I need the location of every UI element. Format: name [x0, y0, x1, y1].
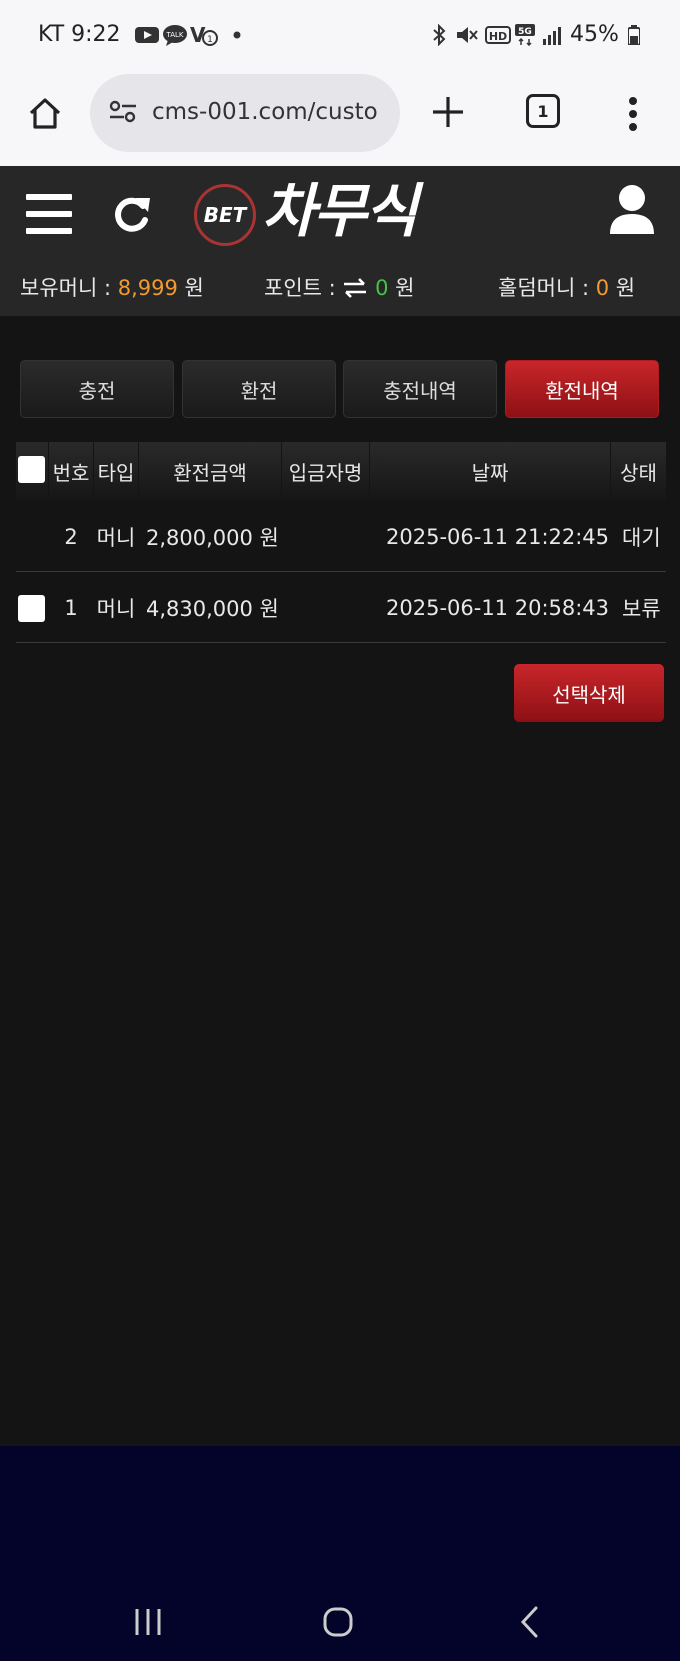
tab-exchange-history[interactable]: 환전내역 [505, 360, 659, 418]
menu-bar-icon [26, 194, 72, 200]
user-icon [610, 185, 654, 234]
holdem-balance: 홀덤머니 : 0 원 [498, 272, 635, 302]
site-header: BET 차무식 보유머니 : 8,999 원 포인트 : 0 원 홀덤머니 : … [0, 166, 680, 316]
main-content: 충전 환전 충전내역 환전내역 번호 타입 환전금액 입금자명 날짜 상태 2 … [0, 316, 680, 1446]
site-settings-icon[interactable] [108, 100, 138, 124]
menu-bar-icon [26, 228, 72, 234]
hamburger-menu-button[interactable] [26, 194, 72, 234]
row-status: 보류 [622, 597, 661, 621]
row-amount: 4,830,000 원 [146, 597, 279, 621]
battery-icon [626, 24, 642, 46]
money-unit: 원 [177, 276, 204, 300]
address-bar[interactable]: cms-001.com/custo [90, 74, 400, 152]
tab-charge-history[interactable]: 충전내역 [343, 360, 497, 418]
home-nav-button[interactable] [318, 1602, 358, 1642]
hd-icon: HD [484, 24, 512, 46]
table-row: 1 머니 4,830,000 원 2025-06-11 20:58:43 보류 [16, 573, 666, 643]
carrier-time: KT 9:22 [38, 22, 121, 47]
talk-icon: TALK [162, 24, 188, 46]
refresh-icon [115, 197, 150, 232]
column-header-status: 상태 [611, 442, 666, 500]
point-unit: 원 [388, 276, 415, 300]
refresh-button[interactable] [110, 192, 154, 236]
table-header: 번호 타입 환전금액 입금자명 날짜 상태 [16, 442, 666, 500]
dot-icon [232, 24, 242, 46]
tab-exchange[interactable]: 환전 [182, 360, 336, 418]
column-header-date: 날짜 [370, 442, 610, 500]
holdem-value: 0 [595, 276, 610, 300]
plus-icon [433, 97, 463, 127]
row-type: 머니 [96, 526, 136, 550]
swap-arrows-icon [344, 278, 367, 298]
tab-charge[interactable]: 충전 [20, 360, 174, 418]
more-vertical-icon [629, 97, 637, 131]
money-value: 8,999 [117, 276, 178, 300]
point-convert-button[interactable] [342, 276, 368, 300]
svg-text:1: 1 [207, 35, 213, 45]
menu-bar-icon [26, 211, 72, 217]
tab-switcher-button[interactable]: 1 [526, 94, 560, 128]
recent-apps-button[interactable] [128, 1602, 168, 1642]
recent-apps-icon [135, 1609, 161, 1635]
svg-text:HD: HD [489, 30, 507, 43]
table-row: 2 머니 2,800,000 원 2025-06-11 21:22:45 대기 [16, 502, 666, 572]
column-header-depositor: 입금자명 [282, 442, 369, 500]
point-balance: 포인트 : 0 원 [264, 272, 414, 302]
android-nav-bar [0, 1446, 680, 1661]
logo-title: 차무식 [262, 177, 418, 245]
delete-selected-button[interactable]: 선택삭제 [514, 664, 664, 722]
column-header-amount: 환전금액 [139, 442, 281, 500]
column-header-type: 타입 [94, 442, 138, 500]
url-text: cms-001.com/custo [152, 99, 378, 125]
row-checkbox[interactable] [18, 595, 45, 622]
more-options-button[interactable] [620, 94, 646, 134]
home-icon [29, 98, 61, 129]
5g-icon: 5G [514, 24, 536, 46]
row-type: 머니 [96, 597, 136, 621]
new-tab-button[interactable] [426, 90, 470, 134]
mute-icon [454, 24, 480, 46]
row-amount: 2,800,000 원 [146, 526, 279, 550]
row-date: 2025-06-11 21:22:45 [386, 525, 610, 549]
row-date: 2025-06-11 20:58:43 [386, 596, 610, 620]
site-logo[interactable]: BET 차무식 [190, 174, 480, 248]
back-icon [520, 1606, 538, 1638]
holdem-label: 홀덤머니 : [498, 276, 596, 300]
point-label: 포인트 : [264, 276, 343, 300]
signal-icon [540, 24, 562, 46]
money-balance: 보유머니 : 8,999 원 [20, 272, 204, 302]
bluetooth-icon [428, 24, 450, 46]
row-no: 1 [64, 596, 78, 620]
back-button[interactable] [510, 1602, 550, 1642]
money-label: 보유머니 : [20, 276, 118, 300]
home-button[interactable] [20, 88, 70, 138]
svg-text:5G: 5G [518, 27, 532, 37]
youtube-icon [134, 24, 160, 46]
row-depositor [286, 502, 366, 572]
column-header-no: 번호 [49, 442, 93, 500]
header-checkbox-cell [16, 442, 48, 500]
status-bar: KT 9:22 TALK V1 HD 5G 45% [0, 0, 680, 68]
select-all-checkbox[interactable] [18, 456, 45, 483]
point-value: 0 [375, 276, 389, 300]
logo-bet-chip: BET [194, 184, 256, 246]
svg-text:TALK: TALK [165, 31, 183, 39]
row-depositor [286, 573, 366, 643]
v1-icon: V1 [190, 24, 220, 46]
balance-row: 보유머니 : 8,999 원 포인트 : 0 원 홀덤머니 : 0 원 [0, 266, 680, 302]
user-profile-button[interactable] [608, 184, 656, 236]
battery-level: 45% [570, 22, 619, 47]
home-nav-icon [323, 1607, 353, 1637]
browser-toolbar: cms-001.com/custo 1 [0, 68, 680, 166]
holdem-unit: 원 [609, 276, 636, 300]
row-status: 대기 [622, 526, 661, 550]
row-no: 2 [64, 525, 78, 549]
